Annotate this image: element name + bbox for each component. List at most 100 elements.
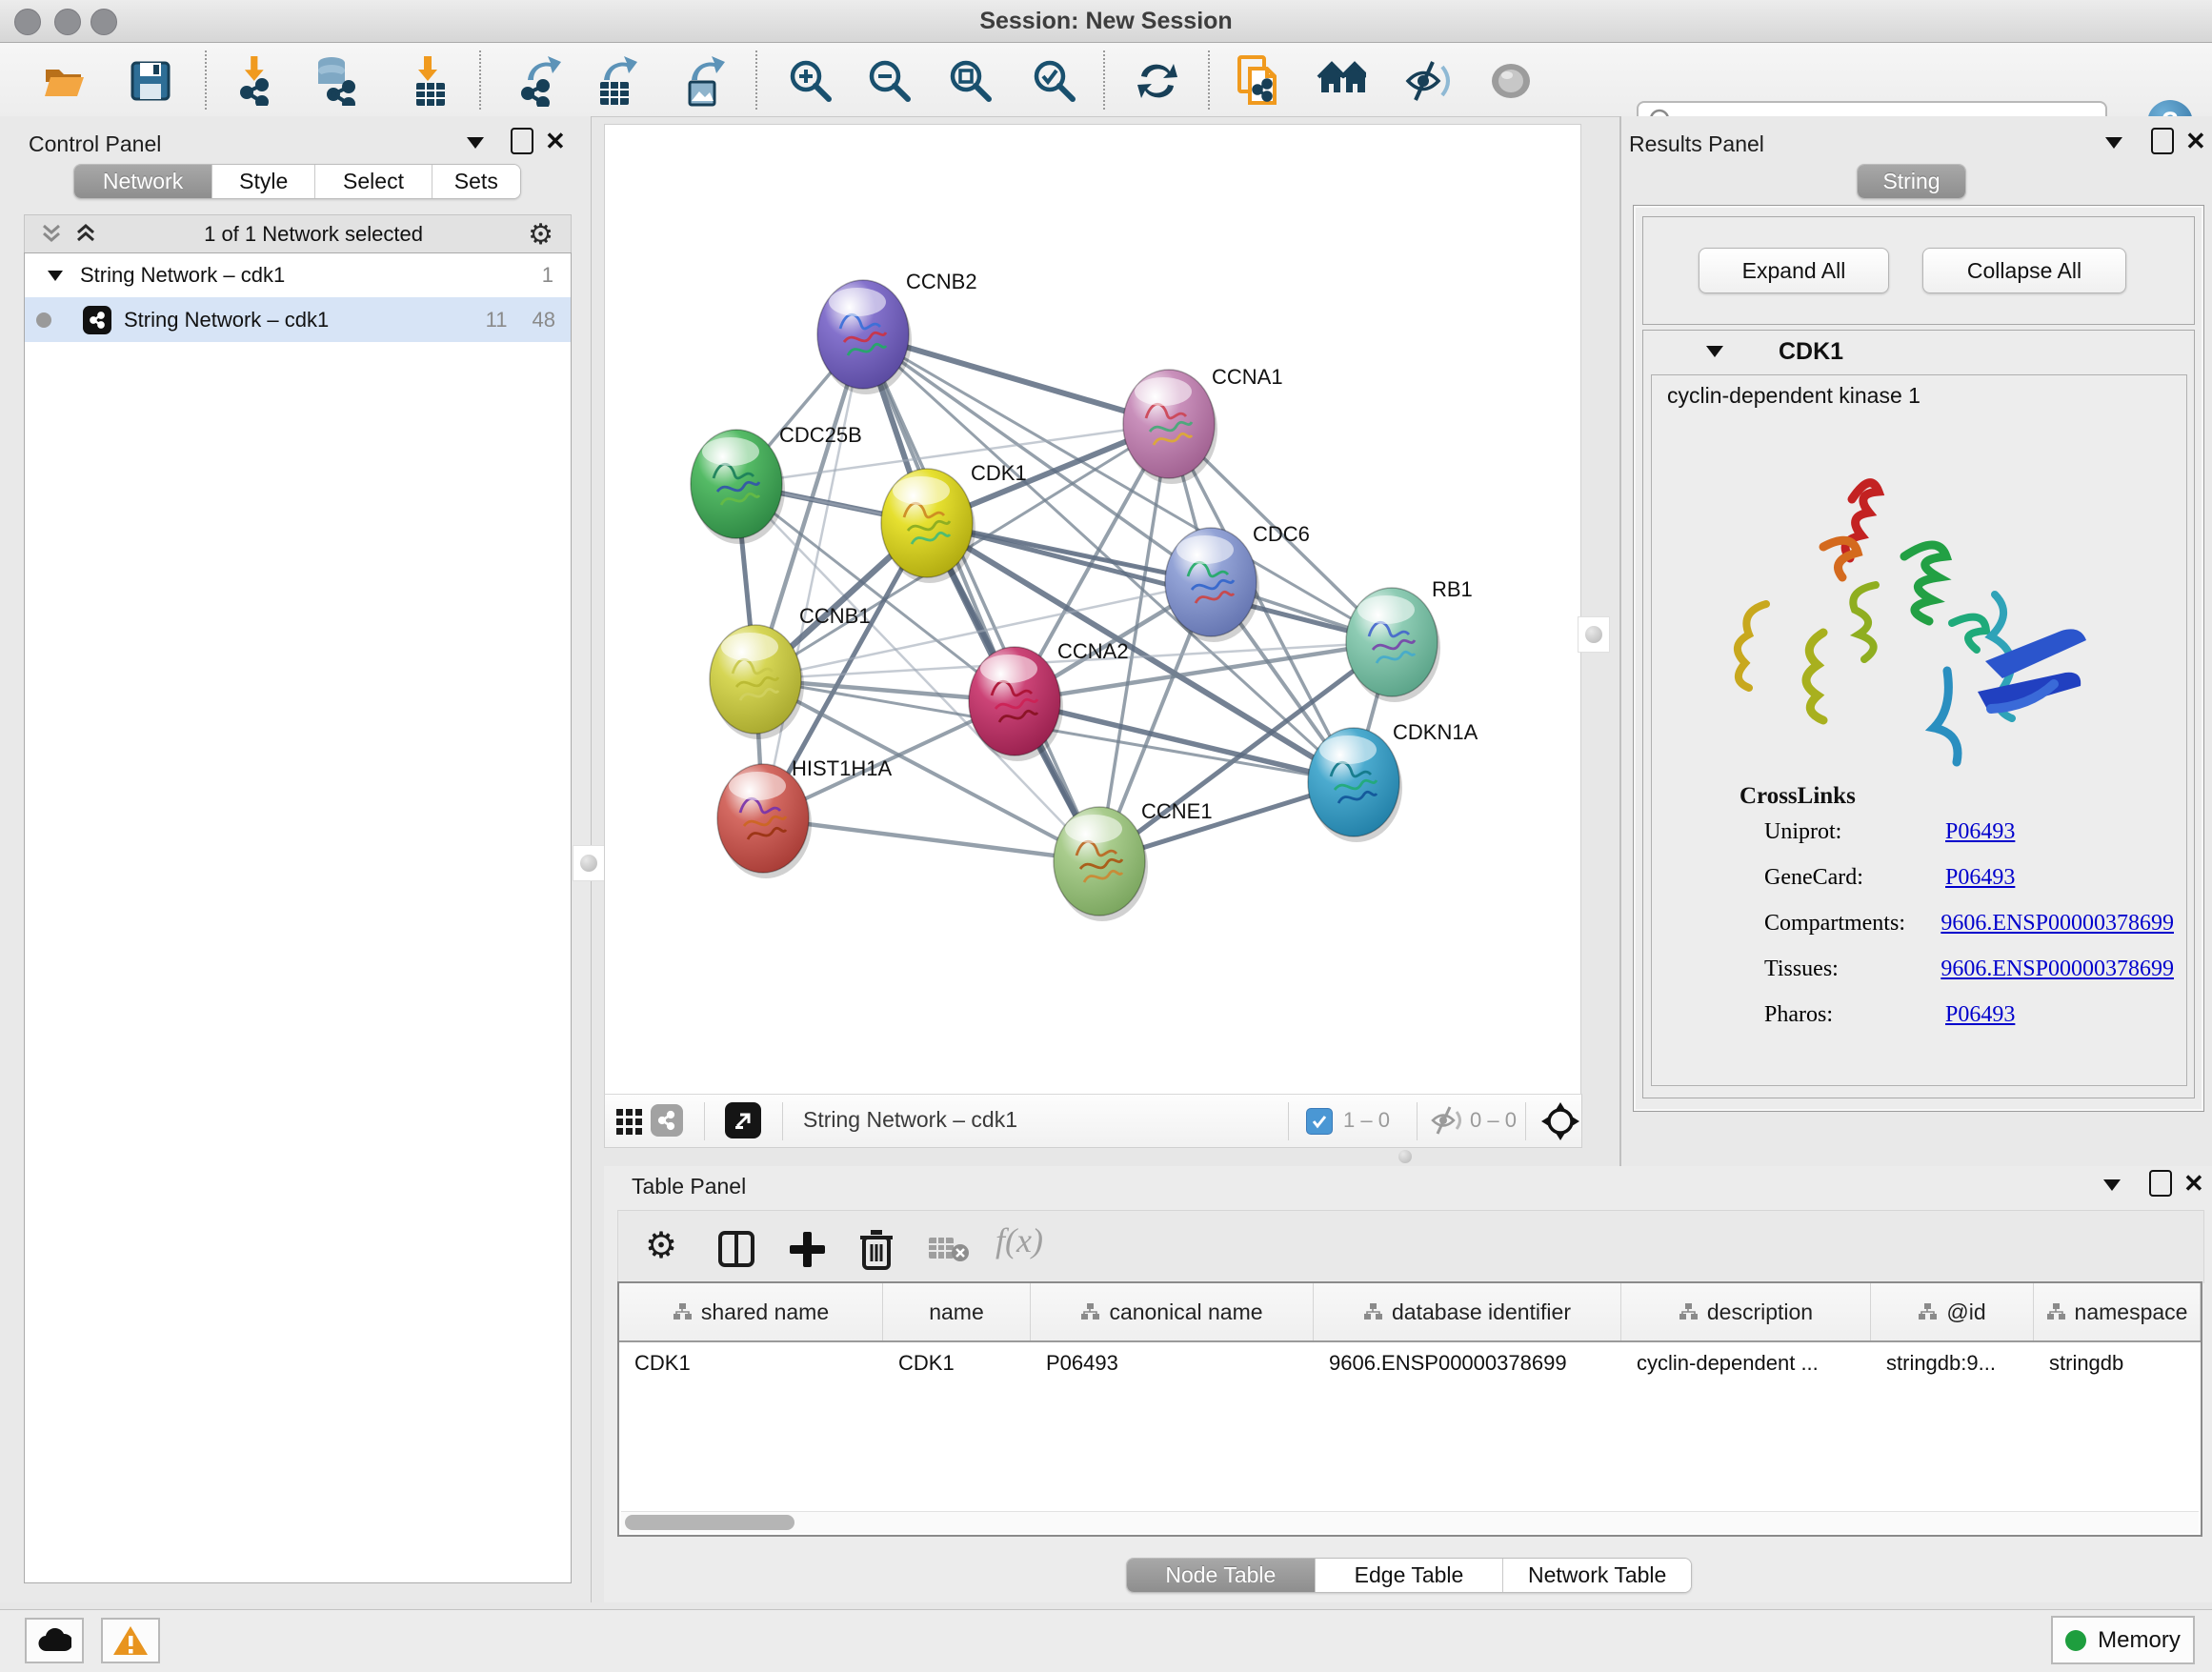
network-collection-row[interactable]: String Network – cdk1 1	[25, 253, 571, 297]
expand-all-button[interactable]: Expand All	[1699, 248, 1889, 293]
birdseye-network-icon[interactable]	[651, 1104, 683, 1137]
collapse-all-button[interactable]: Collapse All	[1922, 248, 2126, 293]
cloud-status-button[interactable]	[25, 1618, 84, 1663]
import-database-button[interactable]	[310, 56, 359, 106]
column-header-description[interactable]: description	[1621, 1283, 1871, 1340]
control-panel: Control Panel ✕ NetworkStyleSelectSets 1…	[0, 116, 592, 1602]
table-delete-icon[interactable]	[858, 1228, 895, 1270]
export-network-button[interactable]	[517, 56, 567, 106]
network-node-RB1[interactable]	[1346, 588, 1440, 702]
warning-status-button[interactable]	[101, 1618, 160, 1663]
save-session-button[interactable]	[126, 56, 175, 106]
duplicate-network-button[interactable]	[1236, 56, 1285, 106]
network-options-gear-icon[interactable]: ⚙	[528, 218, 553, 252]
zoom-out-button[interactable]	[865, 56, 915, 106]
grid-icon[interactable]	[614, 1107, 645, 1138]
control-panel-menu-icon[interactable]	[467, 137, 484, 149]
table-row[interactable]: CDK1CDK1P064939606.ENSP00000378699cyclin…	[619, 1342, 2201, 1384]
tree-icon	[1363, 1302, 1382, 1321]
houses-icon-button[interactable]	[1317, 56, 1366, 106]
table-cell: P06493	[1031, 1351, 1314, 1376]
crosslink-value-link[interactable]: P06493	[1945, 819, 2015, 845]
network-node-CCNB1[interactable]	[710, 625, 804, 739]
import-table-button[interactable]	[406, 56, 455, 106]
table-panel-close-icon[interactable]: ✕	[2183, 1169, 2204, 1199]
memory-button[interactable]: Memory	[2051, 1616, 2195, 1664]
node-section-header[interactable]: CDK1	[1643, 331, 2194, 373]
show-all-eye-button[interactable]	[1486, 56, 1536, 106]
expand-all-chevron-icon[interactable]	[72, 222, 99, 247]
network-node-CCNE1[interactable]	[1054, 807, 1148, 921]
table-columns-icon[interactable]	[717, 1230, 755, 1268]
network-node-HIST1H1A[interactable]	[717, 764, 812, 878]
table-panel-menu-icon[interactable]	[2103, 1179, 2121, 1191]
zoom-selected-button[interactable]	[1030, 56, 1079, 106]
tab-network-table[interactable]: Network Table	[1503, 1559, 1691, 1592]
import-network-button[interactable]	[233, 56, 283, 106]
column-header--id[interactable]: @id	[1871, 1283, 2034, 1340]
results-panel-float-icon[interactable]	[2151, 128, 2174, 154]
network-row[interactable]: String Network – cdk1 11 48	[25, 297, 571, 342]
column-header-namespace[interactable]: namespace	[2034, 1283, 2201, 1340]
hidden-eye-slash-icon[interactable]	[1430, 1105, 1464, 1136]
table-hscrollbar-thumb[interactable]	[625, 1515, 794, 1530]
table-panel-float-icon[interactable]	[2149, 1170, 2172, 1197]
horizontal-splitter-handle[interactable]	[1391, 1148, 1419, 1164]
crosslink-value-link[interactable]: 9606.ENSP00000378699	[1941, 911, 2174, 937]
network-canvas[interactable]: CCNB2CCNA1CDC25BCDK1CDC6RB1CCNB1CCNA2CDK…	[604, 124, 1581, 1096]
tab-edge-table[interactable]: Edge Table	[1316, 1559, 1504, 1592]
crosslink-value-link[interactable]: 9606.ENSP00000378699	[1941, 957, 2174, 982]
collection-expander-icon[interactable]	[48, 271, 63, 281]
network-node-CCNA1[interactable]	[1123, 370, 1217, 484]
left-splitter-handle[interactable]	[573, 845, 605, 881]
section-expander-icon[interactable]	[1706, 346, 1723, 357]
column-header-name[interactable]: name	[883, 1283, 1031, 1340]
network-node-CCNB2[interactable]	[817, 280, 912, 394]
crosshair-icon[interactable]	[1540, 1101, 1580, 1141]
tab-sets[interactable]: Sets	[432, 165, 520, 198]
network-status-dot-icon	[36, 312, 51, 328]
tab-string[interactable]: String	[1858, 165, 1965, 198]
zoom-in-button[interactable]	[786, 56, 835, 106]
control-panel-float-icon[interactable]	[511, 128, 533, 154]
apply-layout-button[interactable]	[1133, 56, 1182, 106]
column-header-database-identifier[interactable]: database identifier	[1314, 1283, 1621, 1340]
crosslink-value-link[interactable]: P06493	[1945, 1002, 2015, 1028]
network-graph[interactable]: CCNB2CCNA1CDC25BCDK1CDC6RB1CCNB1CCNA2CDK…	[605, 125, 1580, 1095]
network-view-title: String Network – cdk1	[803, 1107, 1017, 1133]
network-node-CDK1[interactable]	[881, 469, 975, 583]
open-session-button[interactable]	[40, 56, 90, 106]
control-panel-close-icon[interactable]: ✕	[545, 127, 566, 156]
network-list: String Network – cdk1 1 String Network –…	[24, 252, 572, 1583]
table-tabs: Node TableEdge TableNetwork Table	[1126, 1558, 1692, 1593]
tree-icon	[2046, 1302, 2065, 1321]
open-in-new-window-icon[interactable]	[725, 1102, 761, 1138]
network-node-CDC6[interactable]	[1165, 528, 1259, 642]
network-node-CDC25B[interactable]	[691, 430, 785, 544]
export-table-button[interactable]	[593, 56, 643, 106]
control-panel-tabs: NetworkStyleSelectSets	[73, 164, 521, 199]
selected-checkbox-icon[interactable]	[1306, 1108, 1333, 1135]
table-body: CDK1CDK1P064939606.ENSP00000378699cyclin…	[619, 1342, 2201, 1384]
table-gear-icon[interactable]: ⚙	[645, 1224, 677, 1267]
right-splitter-handle[interactable]	[1578, 616, 1610, 653]
table-hscrollbar[interactable]	[621, 1511, 2199, 1533]
column-header-shared-name[interactable]: shared name	[619, 1283, 883, 1340]
column-header-canonical-name[interactable]: canonical name	[1031, 1283, 1314, 1340]
tab-style[interactable]: Style	[212, 165, 315, 198]
tab-select[interactable]: Select	[315, 165, 432, 198]
collapse-all-chevron-icon[interactable]	[38, 222, 65, 247]
table-add-icon[interactable]	[788, 1230, 826, 1268]
results-panel-close-icon[interactable]: ✕	[2185, 127, 2206, 156]
toolbar-separator	[755, 50, 757, 110]
network-node-CDKN1A[interactable]	[1308, 728, 1402, 842]
hide-selected-button[interactable]	[1404, 56, 1454, 106]
crosslink-value-link[interactable]: P06493	[1945, 865, 2015, 891]
results-panel-menu-icon[interactable]	[2105, 137, 2122, 149]
tab-node-table[interactable]: Node Table	[1127, 1559, 1316, 1592]
network-node-CCNA2[interactable]	[969, 647, 1063, 761]
tab-network[interactable]: Network	[74, 165, 212, 198]
crosslink-row: GeneCard:P06493	[1764, 865, 2174, 891]
zoom-fit-button[interactable]	[946, 56, 995, 106]
export-image-button[interactable]	[681, 56, 731, 106]
